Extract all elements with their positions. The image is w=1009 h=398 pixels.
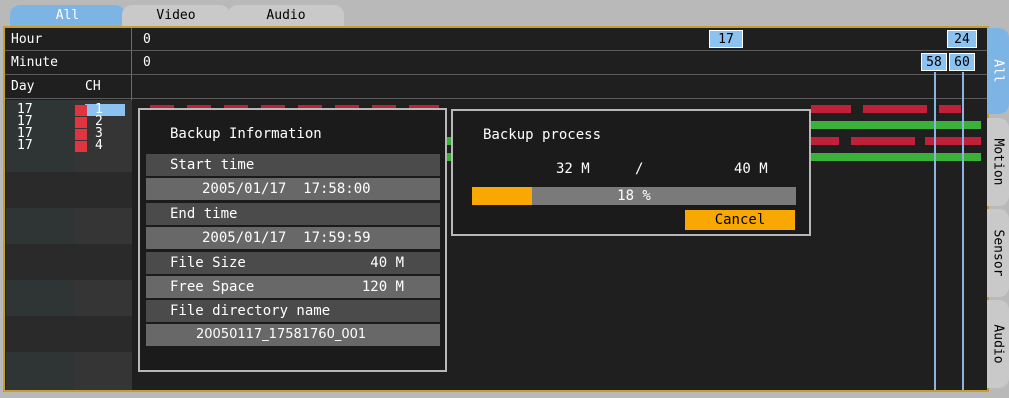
file-size-row: File Size 40 M bbox=[146, 252, 440, 274]
hour-end-badge[interactable]: 24 bbox=[947, 30, 977, 48]
end-time-value-row: 2005/01/17 17:59:59 bbox=[146, 227, 440, 249]
start-time-label: Start time bbox=[170, 157, 255, 173]
end-time-label-row: End time bbox=[146, 203, 440, 225]
bytes-done: 32 M bbox=[556, 161, 590, 177]
channel-4[interactable]: 4 bbox=[95, 139, 103, 152]
channel-color-4 bbox=[75, 141, 87, 152]
side-tab-audio[interactable]: Audio bbox=[987, 300, 1009, 388]
hour-badge[interactable]: 17 bbox=[709, 30, 743, 48]
side-tab-all[interactable]: All bbox=[987, 28, 1009, 114]
end-time-label: End time bbox=[170, 206, 238, 222]
channel-color-3 bbox=[75, 129, 87, 140]
end-time-value: 2005/01/17 17:59:59 bbox=[202, 230, 371, 246]
record-segment bbox=[811, 137, 839, 145]
row-band bbox=[6, 316, 132, 352]
record-segment bbox=[939, 105, 961, 113]
side-tab-sensor-label: Sensor bbox=[990, 229, 1006, 277]
free-space-label: Free Space bbox=[170, 279, 255, 295]
start-time-label-row: Start time bbox=[146, 154, 440, 176]
cancel-button[interactable]: Cancel bbox=[685, 210, 795, 230]
day-header: Day bbox=[11, 79, 35, 94]
divider bbox=[5, 98, 987, 99]
side-tab-all-label: All bbox=[990, 59, 1006, 83]
range-end-marker[interactable] bbox=[962, 72, 964, 390]
minute-start: 0 bbox=[143, 55, 151, 70]
row-band bbox=[6, 172, 132, 208]
backup-process-dialog: Backup process 32 M / 40 M 18 % Cancel bbox=[451, 109, 811, 236]
range-start-marker[interactable] bbox=[934, 72, 936, 390]
record-segment bbox=[863, 105, 927, 113]
bytes-total: 40 M bbox=[734, 161, 768, 177]
ch-header: CH bbox=[85, 79, 101, 94]
dir-value-row: 20050117_17581760_001 bbox=[146, 324, 440, 346]
progress-text: 18 % bbox=[617, 188, 651, 204]
divider bbox=[5, 50, 987, 51]
free-space-value: 120 M bbox=[361, 279, 404, 295]
record-segment bbox=[851, 137, 915, 145]
minute-badge-start[interactable]: 58 bbox=[921, 53, 947, 71]
record-segment bbox=[811, 105, 851, 113]
tab-video[interactable]: Video bbox=[122, 5, 230, 27]
channel-color-1 bbox=[75, 105, 87, 116]
file-size-label: File Size bbox=[170, 255, 246, 271]
hour-start: 0 bbox=[143, 32, 151, 47]
dir-label: File directory name bbox=[170, 303, 331, 319]
minute-label: Minute bbox=[11, 55, 58, 70]
start-time-value-row: 2005/01/17 17:58:00 bbox=[146, 178, 440, 200]
file-size-value: 40 M bbox=[370, 255, 404, 271]
dir-value: 20050117_17581760_001 bbox=[196, 327, 367, 342]
side-tab-motion[interactable]: Motion bbox=[987, 118, 1009, 206]
progress-bar: 18 % bbox=[472, 187, 796, 205]
start-time-value: 2005/01/17 17:58:00 bbox=[202, 181, 371, 197]
channel-color-2 bbox=[75, 117, 87, 128]
backup-info-dialog: Backup Information Start time 2005/01/17… bbox=[138, 108, 447, 372]
motion-segment bbox=[811, 153, 981, 161]
backup-process-title: Backup process bbox=[483, 127, 602, 143]
tab-audio-label: Audio bbox=[266, 8, 306, 23]
bytes-separator: / bbox=[635, 161, 644, 177]
dir-label-row: File directory name bbox=[146, 300, 440, 322]
day-cell: 17 bbox=[17, 138, 33, 153]
tab-audio[interactable]: Audio bbox=[228, 5, 344, 27]
tab-all-label: All bbox=[55, 8, 80, 23]
tab-video-label: Video bbox=[156, 8, 196, 23]
motion-segment bbox=[811, 121, 981, 129]
selected-channel-highlight bbox=[85, 104, 125, 116]
hour-label: Hour bbox=[11, 32, 43, 47]
tab-all[interactable]: All bbox=[10, 5, 125, 27]
backup-info-title: Backup Information bbox=[170, 126, 322, 142]
free-space-row: Free Space 120 M bbox=[146, 276, 440, 298]
side-tab-motion-label: Motion bbox=[990, 138, 1006, 186]
row-band bbox=[6, 244, 132, 280]
side-tab-audio-label: Audio bbox=[990, 324, 1006, 364]
minute-badge-end[interactable]: 60 bbox=[949, 53, 975, 71]
side-tab-sensor[interactable]: Sensor bbox=[987, 209, 1009, 297]
divider bbox=[5, 74, 987, 75]
